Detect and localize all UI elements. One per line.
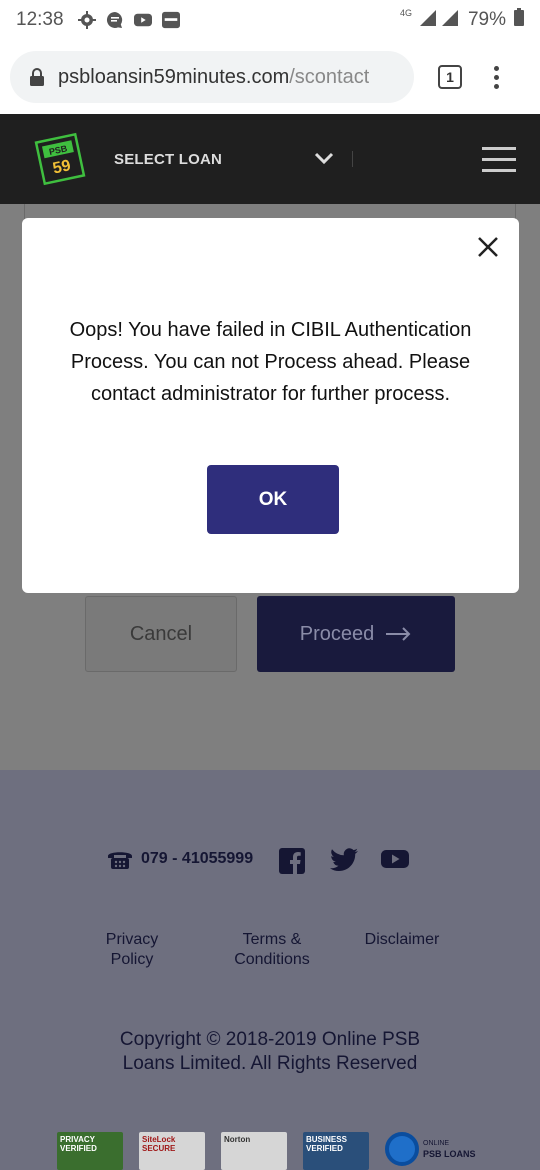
- youtube-social-icon[interactable]: [381, 848, 409, 870]
- psb59-logo[interactable]: PSB 59: [34, 132, 86, 186]
- arrow-right-icon: [386, 627, 411, 641]
- network-type: 4G: [399, 8, 412, 18]
- copyright-text: Copyright © 2018-2019 Online PSB Loans L…: [0, 1028, 540, 1076]
- psb-globe-icon: [385, 1132, 419, 1166]
- menu-dot: [494, 83, 499, 89]
- youtube-icon: [133, 11, 152, 29]
- hamburger-line: [482, 168, 516, 172]
- hamburger-line: [482, 146, 516, 150]
- footer: 079 - 41055999 Privacy Policy Terms & Co…: [0, 770, 540, 1170]
- lock-icon: [30, 68, 44, 86]
- sitelock-badge[interactable]: SiteLock SECURE: [139, 1132, 205, 1170]
- url-path: /scontact: [289, 65, 370, 88]
- logo-number-text: 59: [51, 157, 72, 177]
- norton-badge[interactable]: Norton: [221, 1132, 287, 1170]
- proceed-label: Proceed: [299, 622, 375, 645]
- status-right: 4G 79%: [400, 8, 524, 32]
- telephone-icon: [108, 852, 132, 869]
- psb-online-label: ONLINE: [423, 1140, 450, 1147]
- menu-dot: [494, 65, 499, 71]
- menu-dot: [494, 74, 499, 80]
- proceed-button[interactable]: Proceed: [257, 596, 455, 672]
- status-bar: 12:38 4G 79%: [0, 0, 540, 40]
- notification-icons: [77, 11, 180, 29]
- contact-row: 079 - 41055999: [107, 848, 253, 870]
- online-psb-loans-logo: ONLINE PSB LOANS: [385, 1132, 476, 1166]
- battery-percent: 79%: [467, 9, 506, 30]
- status-time: 12:38: [16, 9, 64, 30]
- modal-message: Oops! You have failed in CIBIL Authentic…: [69, 319, 472, 405]
- browser-toolbar: psbloansin59minutes.com/scontact 1: [0, 40, 540, 114]
- battery-icon: [514, 8, 524, 32]
- header-divider: [352, 151, 354, 167]
- privacy-policy-link[interactable]: Privacy Policy: [92, 930, 172, 970]
- chevron-down-icon[interactable]: [314, 152, 334, 166]
- cancel-button[interactable]: Cancel: [85, 596, 237, 672]
- hamburger-line: [482, 157, 516, 161]
- address-bar[interactable]: psbloansin59minutes.com/scontact: [10, 51, 414, 103]
- trust-badges: PRIVACY VERIFIED SiteLock SECURE Norton …: [57, 1132, 476, 1170]
- psb-loans-label: PSB LOANS: [423, 1149, 476, 1159]
- twitter-icon[interactable]: [330, 848, 358, 872]
- select-loan-menu[interactable]: SELECT LOAN: [114, 151, 222, 168]
- tab-switcher-button[interactable]: 1: [438, 65, 462, 89]
- terms-conditions-link[interactable]: Terms & Conditions: [222, 930, 322, 970]
- copyright-line: Copyright © 2018-2019 Online PSB Loans L…: [119, 1029, 421, 1074]
- chat-icon: [106, 11, 124, 29]
- privacy-verified-badge[interactable]: PRIVACY VERIFIED: [57, 1132, 123, 1170]
- paytm-icon: [161, 11, 180, 29]
- business-verified-badge[interactable]: BUSINESS VERIFIED: [303, 1132, 369, 1170]
- phone-number[interactable]: 079 - 41055999: [141, 850, 253, 868]
- ok-button[interactable]: OK: [207, 465, 339, 534]
- gear-icon: [77, 11, 96, 29]
- url-domain: psbloansin59minutes.com: [58, 65, 290, 88]
- hamburger-menu-icon[interactable]: [482, 146, 516, 172]
- close-icon[interactable]: [477, 236, 499, 258]
- facebook-icon[interactable]: [279, 848, 305, 874]
- site-header: PSB 59 SELECT LOAN: [0, 114, 540, 204]
- disclaimer-link[interactable]: Disclaimer: [356, 930, 448, 950]
- psb-logo-text: ONLINE PSB LOANS: [423, 1138, 476, 1160]
- signal-icon: [419, 8, 460, 32]
- url-text: psbloansin59minutes.com/scontact: [58, 66, 369, 89]
- browser-menu-button[interactable]: [494, 65, 499, 89]
- error-modal: Oops! You have failed in CIBIL Authentic…: [22, 218, 519, 593]
